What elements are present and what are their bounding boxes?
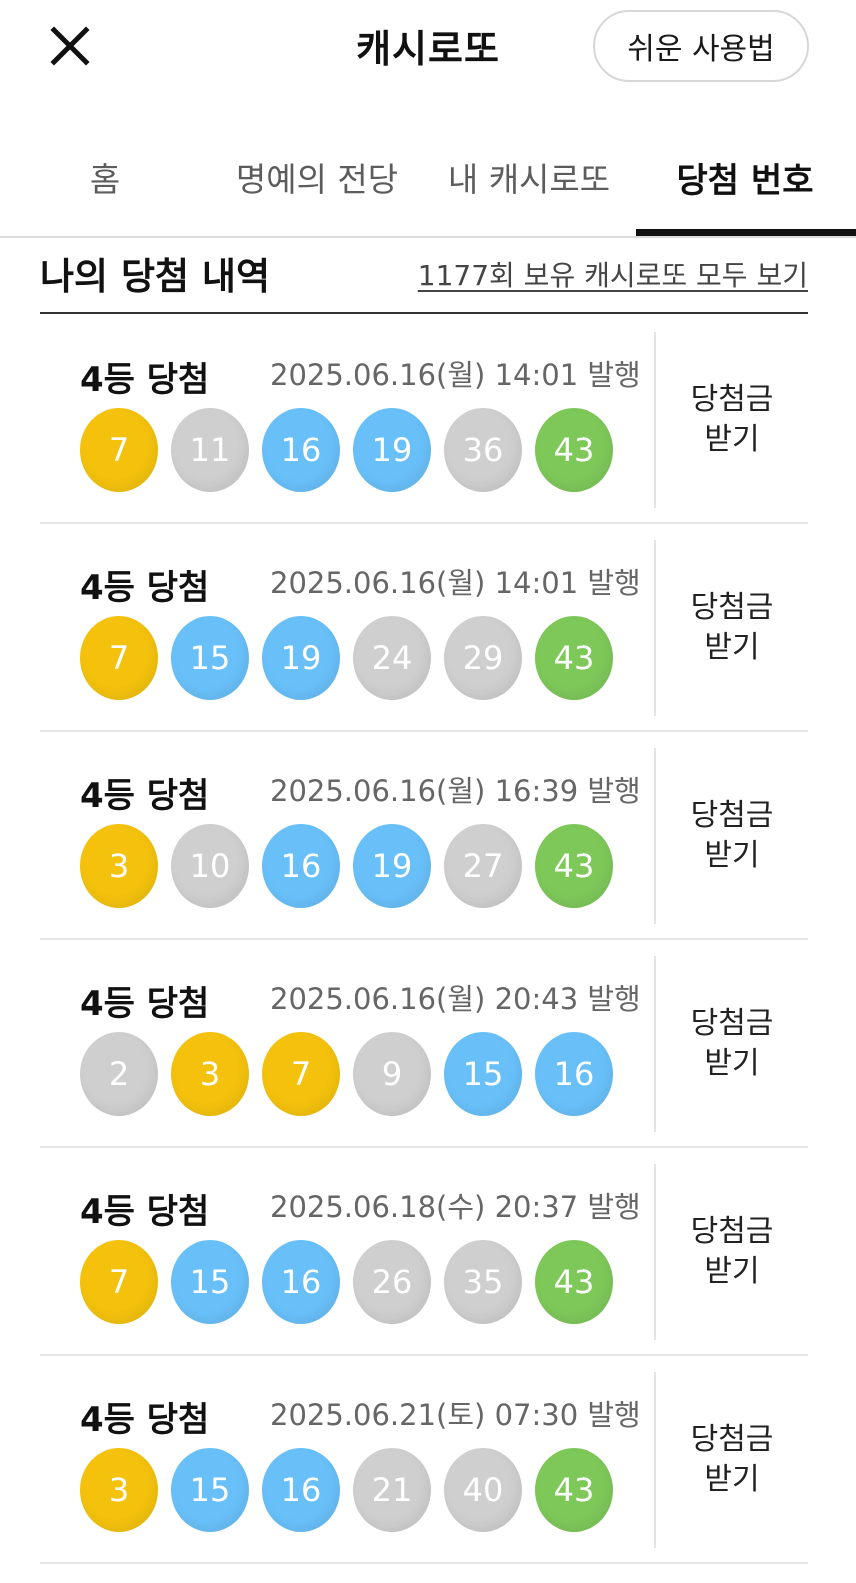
lotto-ball: 7 <box>80 1240 158 1324</box>
claim-label-line1: 당첨금 <box>690 382 774 417</box>
issue-date: 2025.06.16(월) 20:43 발행 <box>270 982 641 1016</box>
prize-rank: 4등 당첨 <box>80 568 210 608</box>
lotto-ball: 43 <box>535 824 613 908</box>
prize-row: 4등 당첨 2025.06.18(수) 20:37 발행 7 15 16 26 35 43 당첨… <box>40 1148 808 1356</box>
prize-row: 4등 당첨 2025.06.21(토) 07:30 발행 3 15 16 21 40 43 당첨… <box>40 1356 808 1564</box>
claim-label-line2: 받기 <box>704 1046 760 1081</box>
issue-date: 2025.06.16(월) 14:01 발행 <box>270 566 641 600</box>
section-title: 나의 당첨 내역 <box>40 255 271 298</box>
prize-rank: 4등 당첨 <box>80 984 210 1024</box>
lotto-ball: 43 <box>535 616 613 700</box>
tab-hall-of-fame[interactable]: 명예의 전당 <box>222 142 412 212</box>
prize-row: 4등 당첨 2025.06.16(월) 16:39 발행 3 10 16 19 27 43 당첨… <box>40 732 808 940</box>
lotto-ball: 43 <box>535 408 613 492</box>
claim-prize-button[interactable]: 당첨금받기 <box>656 956 808 1132</box>
claim-prize-button[interactable]: 당첨금받기 <box>656 748 808 924</box>
lotto-ball: 21 <box>353 1448 431 1532</box>
issue-date: 2025.06.16(월) 14:01 발행 <box>270 358 641 392</box>
prize-rank: 4등 당첨 <box>80 360 210 400</box>
tab-winning-numbers[interactable]: 당첨 번호 <box>642 142 848 212</box>
claim-label-line1: 당첨금 <box>690 798 774 833</box>
claim-label-line1: 당첨금 <box>690 1006 774 1041</box>
lotto-ball: 26 <box>353 1240 431 1324</box>
claim-prize-button[interactable]: 당첨금받기 <box>656 1372 808 1548</box>
prize-row: 4등 당첨 2025.06.16(월) 14:01 발행 7 11 16 19 36 43 당첨… <box>40 316 808 524</box>
lotto-ball: 15 <box>171 1448 249 1532</box>
claim-prize-button[interactable]: 당첨금받기 <box>656 1164 808 1340</box>
lotto-ball: 3 <box>80 1448 158 1532</box>
prize-list: 4등 당첨 2025.06.16(월) 14:01 발행 7 11 16 19 36 43 당첨… <box>40 316 808 1564</box>
issue-date: 2025.06.21(토) 07:30 발행 <box>270 1398 641 1432</box>
claim-label-line2: 받기 <box>704 838 760 873</box>
view-all-link[interactable]: 1177회 보유 캐시로또 모두 보기 <box>418 254 808 294</box>
lotto-ball: 24 <box>353 616 431 700</box>
claim-label-line2: 받기 <box>704 422 760 457</box>
lotto-ball: 43 <box>535 1240 613 1324</box>
lotto-ball: 16 <box>535 1032 613 1116</box>
lotto-ball: 11 <box>171 408 249 492</box>
lotto-ball: 15 <box>444 1032 522 1116</box>
issue-date: 2025.06.16(월) 16:39 발행 <box>270 774 641 808</box>
tab-bar: 홈 명예의 전당 내 캐시로또 당첨 번호 <box>0 128 856 238</box>
lotto-ball: 36 <box>444 408 522 492</box>
claim-label-line2: 받기 <box>704 630 760 665</box>
lotto-ball: 10 <box>171 824 249 908</box>
lotto-ball: 29 <box>444 616 522 700</box>
lotto-ball: 27 <box>444 824 522 908</box>
section-header: 나의 당첨 내역 1177회 보유 캐시로또 모두 보기 <box>40 240 808 314</box>
lotto-ball: 16 <box>262 1448 340 1532</box>
issue-date: 2025.06.18(수) 20:37 발행 <box>270 1190 641 1224</box>
lotto-ball: 7 <box>80 408 158 492</box>
prize-rank: 4등 당첨 <box>80 1192 210 1232</box>
lotto-ball: 16 <box>262 824 340 908</box>
claim-prize-button[interactable]: 당첨금받기 <box>656 332 808 508</box>
claim-prize-button[interactable]: 당첨금받기 <box>656 540 808 716</box>
guide-button[interactable]: 쉬운 사용법 <box>593 10 809 82</box>
lotto-ball: 43 <box>535 1448 613 1532</box>
lotto-ball: 19 <box>262 616 340 700</box>
claim-label-line2: 받기 <box>704 1254 760 1289</box>
lotto-ball: 40 <box>444 1448 522 1532</box>
lotto-ball: 3 <box>80 824 158 908</box>
lotto-ball: 19 <box>353 824 431 908</box>
active-tab-indicator <box>636 229 856 236</box>
lotto-ball: 15 <box>171 1240 249 1324</box>
lotto-ball: 15 <box>171 616 249 700</box>
claim-label-line1: 당첨금 <box>690 1214 774 1249</box>
lotto-ball: 7 <box>80 616 158 700</box>
lotto-ball: 19 <box>353 408 431 492</box>
tab-my-cash-lotto[interactable]: 내 캐시로또 <box>434 142 624 212</box>
lotto-ball: 3 <box>171 1032 249 1116</box>
prize-rank: 4등 당첨 <box>80 1400 210 1440</box>
claim-label-line2: 받기 <box>704 1462 760 1497</box>
claim-label-line1: 당첨금 <box>690 590 774 625</box>
claim-label-line1: 당첨금 <box>690 1422 774 1457</box>
app-root: 캐시로또 쉬운 사용법 홈 명예의 전당 내 캐시로또 당첨 번호 나의 당첨 … <box>0 0 856 1583</box>
lotto-ball: 9 <box>353 1032 431 1116</box>
lotto-ball: 35 <box>444 1240 522 1324</box>
lotto-ball: 2 <box>80 1032 158 1116</box>
prize-row: 4등 당첨 2025.06.16(월) 20:43 발행 2 3 7 9 15 16 당첨금받기 <box>40 940 808 1148</box>
lotto-ball: 16 <box>262 1240 340 1324</box>
prize-rank: 4등 당첨 <box>80 776 210 816</box>
lotto-ball: 7 <box>262 1032 340 1116</box>
prize-row: 4등 당첨 2025.06.16(월) 14:01 발행 7 15 19 24 29 43 당첨… <box>40 524 808 732</box>
top-bar: 캐시로또 쉬운 사용법 <box>0 0 856 100</box>
tab-home[interactable]: 홈 <box>20 142 190 212</box>
lotto-ball: 16 <box>262 408 340 492</box>
